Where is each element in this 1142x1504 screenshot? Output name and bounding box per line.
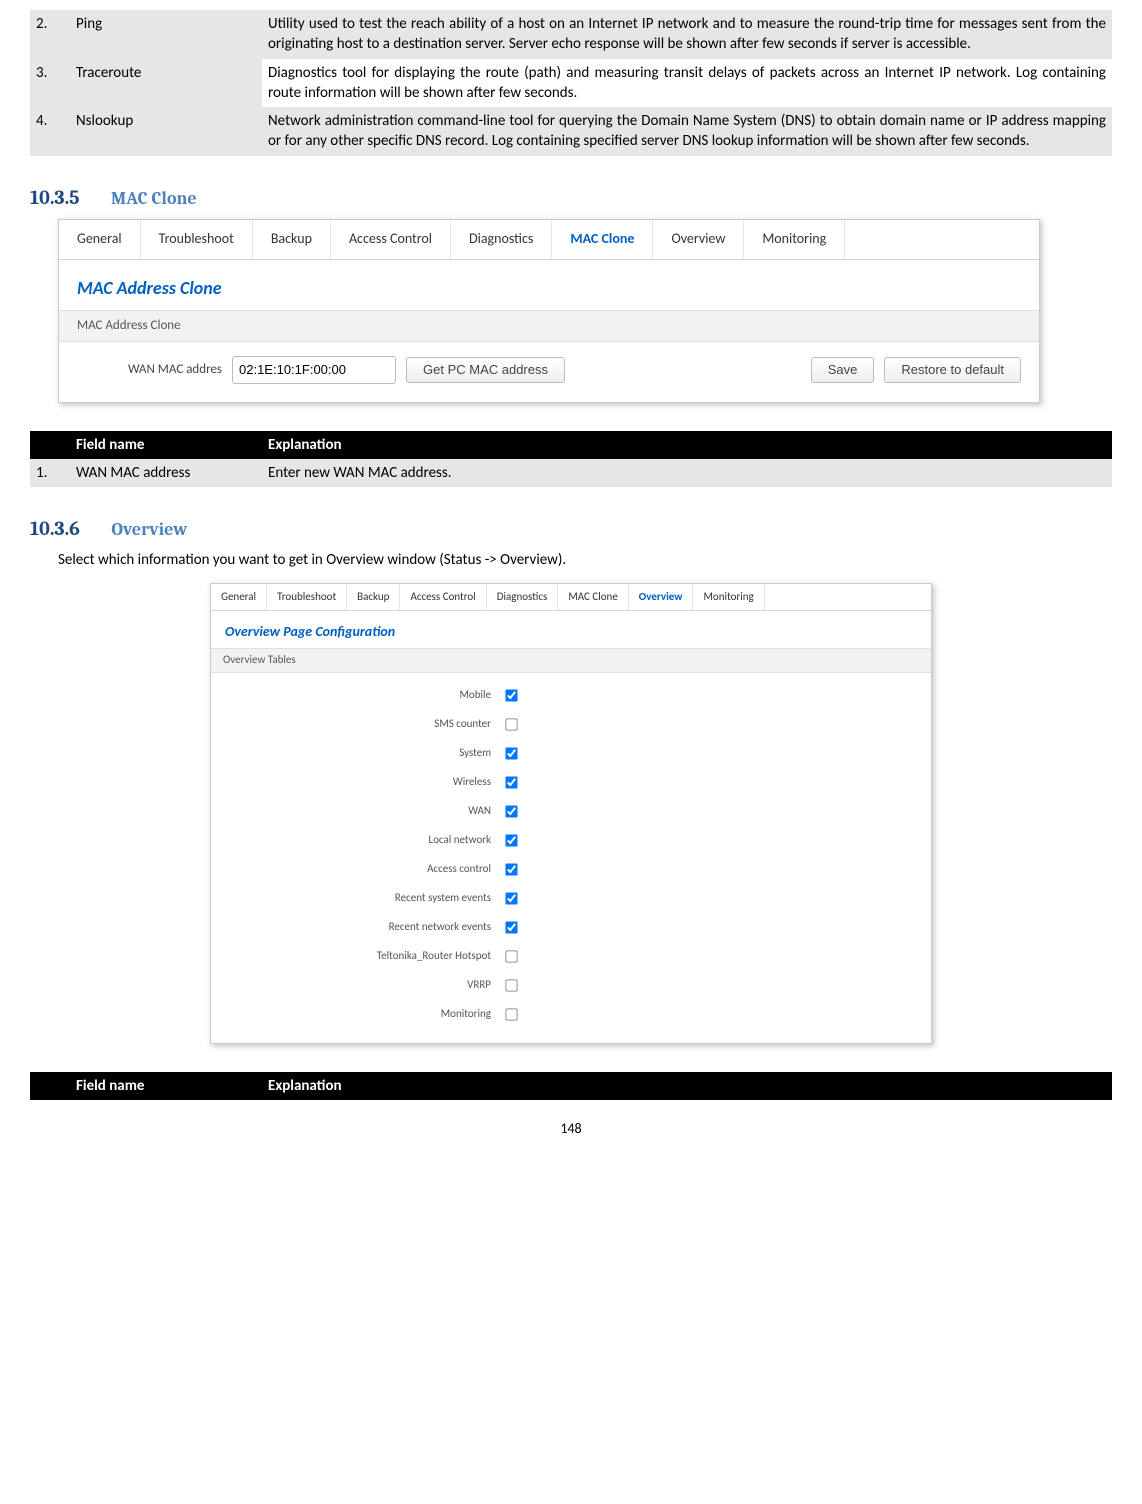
overview-option-row: Recent network events <box>211 913 931 942</box>
overview-option-row: VRRP <box>211 971 931 1000</box>
section-title: MAC Clone <box>111 188 197 209</box>
row-num: 2. <box>30 10 70 59</box>
overview-option-row: Teltonika_Router Hotspot <box>211 942 931 971</box>
col-blank <box>30 1072 70 1100</box>
overview-option-row: SMS counter <box>211 710 931 739</box>
overview-option-row: System <box>211 739 931 768</box>
mac-clone-screenshot: GeneralTroubleshootBackupAccess ControlD… <box>58 219 1040 403</box>
col-explanation: Explanation <box>262 1072 1112 1100</box>
row-num: 4. <box>30 107 70 156</box>
row-desc: Diagnostics tool for displaying the rout… <box>262 59 1112 108</box>
overview-option-label: Local network <box>211 833 501 848</box>
overview-option-checkbox[interactable] <box>505 979 517 991</box>
overview-option-checkbox[interactable] <box>505 805 517 817</box>
bottom-field-table: Field name Explanation <box>30 1072 1112 1100</box>
overview-option-label: Recent system events <box>211 891 501 906</box>
ov-tab[interactable]: Backup <box>347 584 400 611</box>
overview-option-checkbox[interactable] <box>505 892 517 904</box>
overview-option-label: Mobile <box>211 688 501 703</box>
mac-form-row: WAN MAC addres Get PC MAC address Save R… <box>59 342 1039 402</box>
overview-option-row: Monitoring <box>211 1000 931 1029</box>
overview-option-checkbox[interactable] <box>505 776 517 788</box>
row-num: 3. <box>30 59 70 108</box>
ov-tab[interactable]: Diagnostics <box>487 584 559 611</box>
overview-option-label: Teltonika_Router Hotspot <box>211 949 501 964</box>
overview-option-label: SMS counter <box>211 717 501 732</box>
overview-screenshot: GeneralTroubleshootBackupAccess ControlD… <box>210 583 932 1045</box>
section-heading-overview: 10.3.6 Overview <box>30 515 1112 542</box>
col-field-name: Field name <box>70 431 262 459</box>
row-field-name: WAN MAC address <box>70 459 262 487</box>
row-desc: Utility used to test the reach ability o… <box>262 10 1112 59</box>
mac-tab[interactable]: Overview <box>653 220 744 259</box>
ov-tabbar: GeneralTroubleshootBackupAccess ControlD… <box>211 584 931 612</box>
row-desc: Enter new WAN MAC address. <box>262 459 1112 487</box>
overview-option-row: Mobile <box>211 681 931 710</box>
overview-option-checkbox[interactable] <box>505 718 517 730</box>
overview-option-checkbox[interactable] <box>505 921 517 933</box>
section-title: Overview <box>111 519 187 540</box>
overview-option-label: Monitoring <box>211 1007 501 1022</box>
col-blank <box>30 431 70 459</box>
mac-tab[interactable]: Troubleshoot <box>141 220 253 259</box>
restore-default-button[interactable]: Restore to default <box>884 357 1021 383</box>
mac-tab[interactable]: Diagnostics <box>451 220 552 259</box>
overview-option-row: Wireless <box>211 768 931 797</box>
ov-tab[interactable]: Monitoring <box>693 584 764 611</box>
wan-mac-input[interactable] <box>232 356 396 384</box>
row-num: 1. <box>30 459 70 487</box>
overview-option-row: Local network <box>211 826 931 855</box>
mac-tab[interactable]: Access Control <box>331 220 451 259</box>
ov-tab[interactable]: Overview <box>629 584 694 611</box>
overview-option-checkbox[interactable] <box>505 863 517 875</box>
col-explanation: Explanation <box>262 431 1112 459</box>
col-field-name: Field name <box>70 1072 262 1100</box>
row-desc: Network administration command-line tool… <box>262 107 1112 156</box>
ov-tab[interactable]: Access Control <box>400 584 486 611</box>
overview-option-label: System <box>211 746 501 761</box>
mac-field-table: Field name Explanation 1. WAN MAC addres… <box>30 431 1112 488</box>
mac-panel-subhead: MAC Address Clone <box>59 310 1039 342</box>
overview-option-row: Access control <box>211 855 931 884</box>
overview-option-row: WAN <box>211 797 931 826</box>
overview-option-label: WAN <box>211 804 501 819</box>
row-name: Traceroute <box>70 59 262 108</box>
overview-option-checkbox[interactable] <box>505 747 517 759</box>
overview-option-checkbox[interactable] <box>505 834 517 846</box>
ov-tab[interactable]: MAC Clone <box>558 584 628 611</box>
ov-panel-subhead: Overview Tables <box>211 648 931 673</box>
overview-intro-text: Select which information you want to get… <box>58 550 1112 570</box>
overview-option-label: Access control <box>211 862 501 877</box>
overview-option-row: Recent system events <box>211 884 931 913</box>
mac-tab[interactable]: General <box>59 220 141 259</box>
overview-option-checkbox[interactable] <box>505 1008 517 1020</box>
row-name: Nslookup <box>70 107 262 156</box>
mac-tab[interactable]: Monitoring <box>744 220 845 259</box>
row-name: Ping <box>70 10 262 59</box>
overview-option-checkbox[interactable] <box>505 950 517 962</box>
save-button[interactable]: Save <box>811 357 875 383</box>
mac-tab[interactable]: MAC Clone <box>552 220 653 259</box>
ov-panel-title: Overview Page Configuration <box>211 611 931 648</box>
mac-panel-title: MAC Address Clone <box>59 260 1039 310</box>
page-number: 148 <box>30 1120 1112 1139</box>
get-pc-mac-button[interactable]: Get PC MAC address <box>406 357 565 383</box>
diagnostics-table: 2.PingUtility used to test the reach abi… <box>30 10 1112 156</box>
overview-option-label: Recent network events <box>211 920 501 935</box>
mac-tabbar: GeneralTroubleshootBackupAccess ControlD… <box>59 220 1039 260</box>
mac-tab[interactable]: Backup <box>253 220 331 259</box>
section-number: 10.3.5 <box>30 186 80 209</box>
overview-option-checkbox[interactable] <box>505 689 517 701</box>
ov-checkbox-rows: Mobile SMS counter System Wireless WAN Local … <box>211 673 931 1043</box>
ov-tab[interactable]: Troubleshoot <box>267 584 347 611</box>
section-number: 10.3.6 <box>30 517 80 540</box>
wan-mac-label: WAN MAC addres <box>77 361 222 379</box>
section-heading-mac-clone: 10.3.5 MAC Clone <box>30 184 1112 211</box>
overview-option-label: VRRP <box>211 978 501 993</box>
overview-option-label: Wireless <box>211 775 501 790</box>
ov-tab[interactable]: General <box>211 584 267 611</box>
